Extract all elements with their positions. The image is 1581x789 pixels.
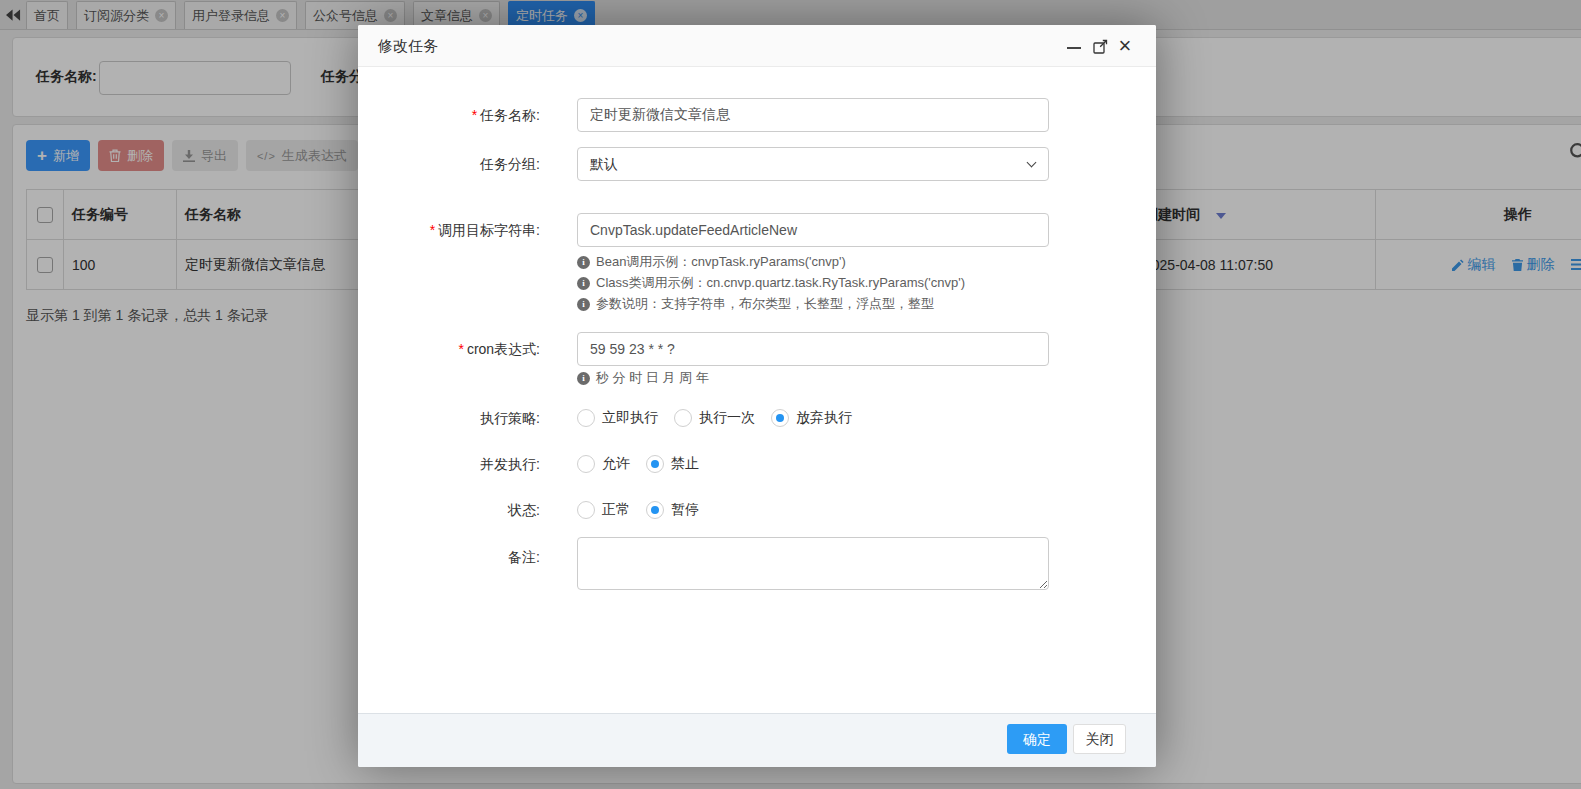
- dialog-header[interactable]: 修改任务: [358, 25, 1156, 67]
- field-label-invoke-target: *调用目标字符串:: [358, 213, 540, 247]
- radio-concurrent-forbid[interactable]: 禁止: [646, 455, 699, 473]
- job-group-select[interactable]: 默认: [577, 147, 1049, 181]
- field-label-policy: 执行策略:: [358, 401, 540, 435]
- radio-status-pause[interactable]: 暂停: [646, 501, 699, 519]
- help-cron: 秒 分 时 日 月 周 年: [577, 369, 709, 387]
- radio-policy-once[interactable]: 执行一次: [674, 409, 755, 427]
- radio-concurrent-allow[interactable]: 允许: [577, 455, 630, 473]
- info-icon: [577, 277, 590, 290]
- radio-icon: [577, 409, 595, 427]
- help-params: 参数说明：支持字符串，布尔类型，长整型，浮点型，整型: [577, 295, 934, 313]
- field-label-cron: *cron表达式:: [358, 332, 540, 366]
- maximize-icon[interactable]: [1093, 39, 1108, 57]
- job-name-input[interactable]: [577, 98, 1049, 132]
- field-label-job-name: *任务名称:: [358, 98, 540, 132]
- dialog-title: 修改任务: [378, 25, 438, 67]
- radio-icon: [674, 409, 692, 427]
- help-class-example: Class类调用示例：cn.cnvp.quartz.task.RyTask.ry…: [577, 274, 965, 292]
- cron-expression-input[interactable]: [577, 332, 1049, 366]
- policy-radio-group: 立即执行 执行一次 放弃执行: [577, 409, 852, 427]
- status-radio-group: 正常 暂停: [577, 501, 699, 519]
- info-icon: [577, 372, 590, 385]
- radio-icon: [577, 455, 595, 473]
- radio-selected-icon: [646, 501, 664, 519]
- concurrent-radio-group: 允许 禁止: [577, 455, 699, 473]
- field-label-job-group: 任务分组:: [358, 147, 540, 181]
- dialog-footer: 确定 关闭: [358, 713, 1156, 767]
- radio-icon: [577, 501, 595, 519]
- radio-policy-immediate[interactable]: 立即执行: [577, 409, 658, 427]
- invoke-target-input[interactable]: [577, 213, 1049, 247]
- radio-policy-abandon[interactable]: 放弃执行: [771, 409, 852, 427]
- info-icon: [577, 256, 590, 269]
- confirm-button[interactable]: 确定: [1007, 724, 1067, 754]
- edit-task-dialog: 修改任务 *任务名称: 任务分组: 默认 *调用目标字符串: Bean调用示例：…: [358, 25, 1156, 767]
- minimize-icon[interactable]: [1067, 47, 1081, 49]
- close-button[interactable]: 关闭: [1073, 724, 1126, 754]
- field-label-remark: 备注:: [358, 540, 540, 574]
- radio-selected-icon: [771, 409, 789, 427]
- remark-textarea[interactable]: [577, 537, 1049, 590]
- radio-selected-icon: [646, 455, 664, 473]
- help-bean-example: Bean调用示例：cnvpTask.ryParams('cnvp'): [577, 253, 846, 271]
- radio-status-normal[interactable]: 正常: [577, 501, 630, 519]
- info-icon: [577, 298, 590, 311]
- field-label-status: 状态:: [358, 493, 540, 527]
- close-icon[interactable]: [1114, 31, 1136, 61]
- chevron-down-icon: [1027, 158, 1037, 168]
- field-label-concurrent: 并发执行:: [358, 447, 540, 481]
